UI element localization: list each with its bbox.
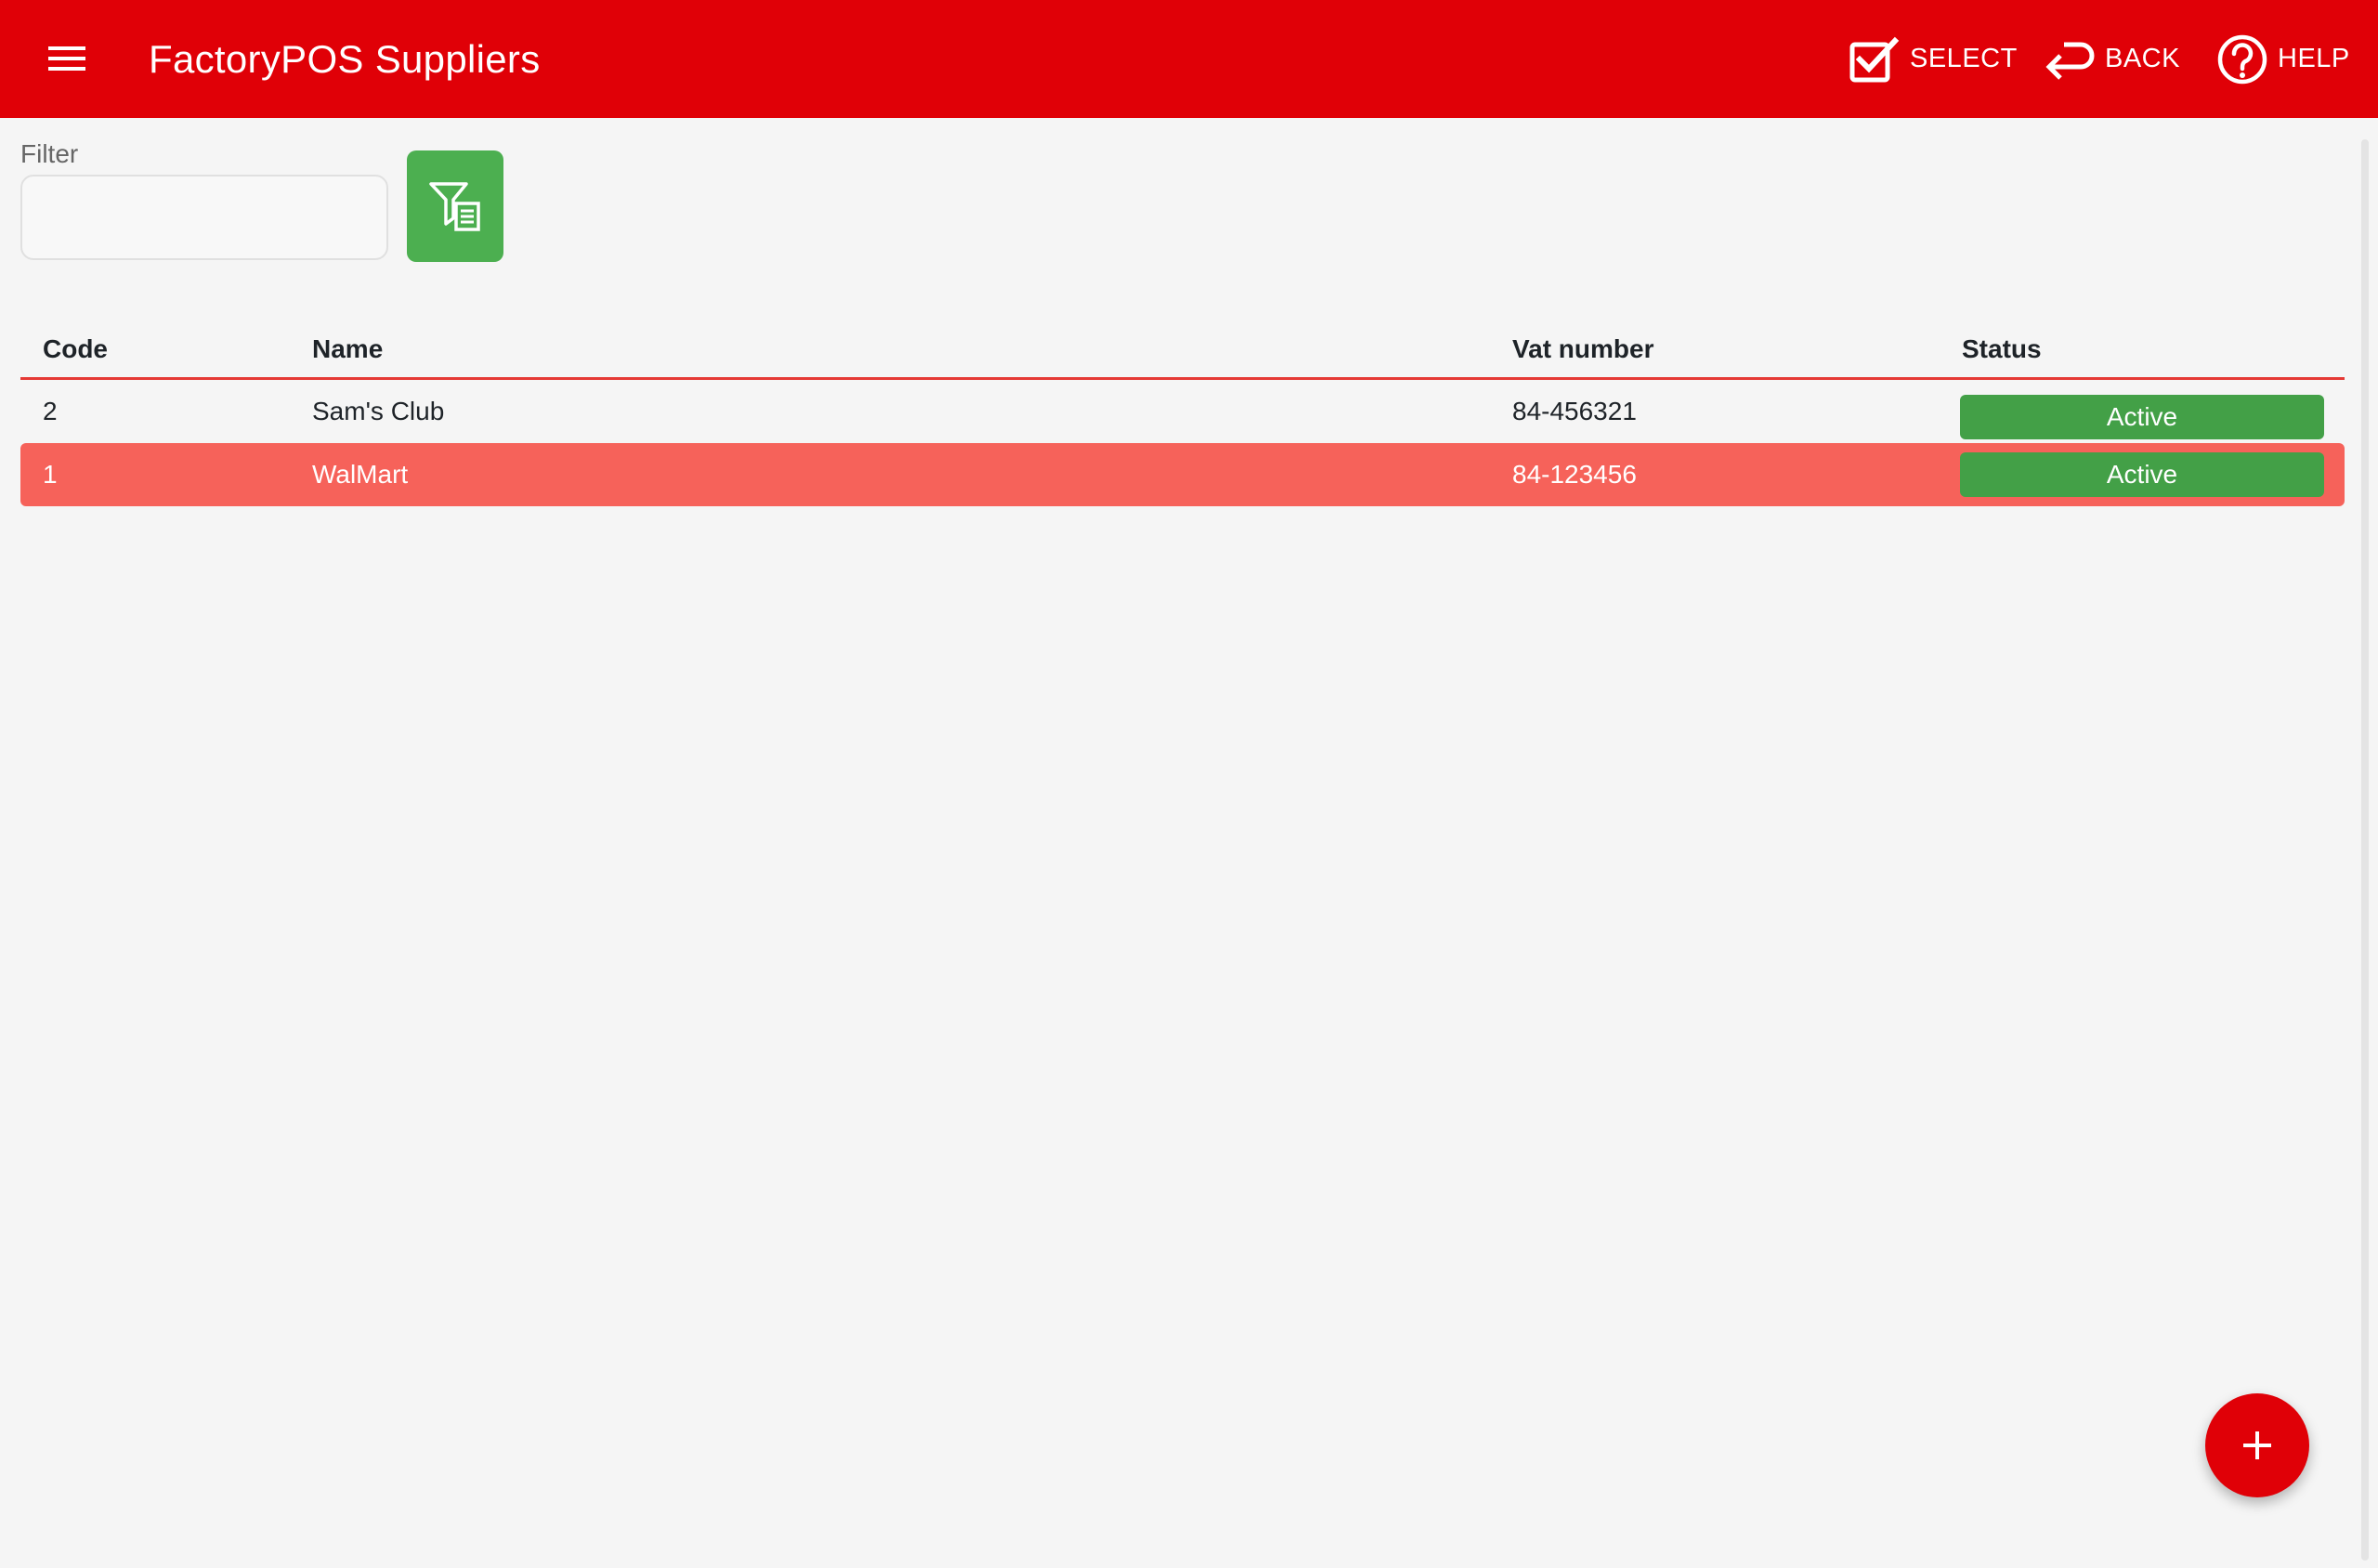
help-circle-icon (2216, 33, 2268, 85)
row-vat-number: 84-456321 (1512, 397, 1637, 425)
row-name: WalMart (312, 460, 409, 489)
column-header-status[interactable]: Status (1962, 316, 2042, 383)
column-header-name[interactable]: Name (312, 316, 383, 383)
suppliers-table: Code Name Vat number Status 2 Sam's Club… (20, 316, 2345, 506)
column-header-code[interactable]: Code (43, 316, 108, 383)
filter-label: Filter (20, 139, 79, 168)
status-badge: Active (1960, 452, 2324, 497)
filter-input[interactable] (20, 175, 388, 260)
scrollbar[interactable] (2361, 139, 2369, 1561)
status-badge: Active (1960, 395, 2324, 439)
table-header: Code Name Vat number Status (20, 316, 2345, 380)
row-code: 2 (43, 397, 58, 425)
checkbox-check-icon (1849, 35, 1901, 84)
filter-list-icon (429, 182, 480, 231)
hamburger-menu-icon (48, 46, 85, 71)
table-row-selected[interactable]: 1 WalMart 84-123456 Active (20, 443, 2345, 506)
add-supplier-button[interactable] (2205, 1393, 2309, 1497)
select-button-label: SELECT (1910, 44, 2018, 73)
help-button-label: HELP (2278, 44, 2350, 73)
row-vat-number: 84-123456 (1512, 460, 1637, 489)
column-header-vat-number[interactable]: Vat number (1512, 316, 1653, 383)
return-arrow-icon (2044, 39, 2096, 80)
menu-button[interactable] (26, 28, 108, 89)
select-button[interactable]: SELECT (1849, 0, 2018, 118)
row-name: Sam's Club (312, 397, 445, 425)
table-row[interactable]: 2 Sam's Club 84-456321 Active (20, 380, 2345, 443)
help-button[interactable]: HELP (2216, 0, 2350, 118)
row-code: 1 (43, 460, 58, 489)
filter-button[interactable] (407, 150, 503, 262)
app-bar: FactoryPOS Suppliers SELECT BACK HELP (0, 0, 2378, 118)
plus-icon (2243, 1431, 2271, 1459)
back-button[interactable]: BACK (2044, 0, 2180, 118)
page-title: FactoryPOS Suppliers (149, 37, 541, 81)
back-button-label: BACK (2105, 44, 2180, 73)
